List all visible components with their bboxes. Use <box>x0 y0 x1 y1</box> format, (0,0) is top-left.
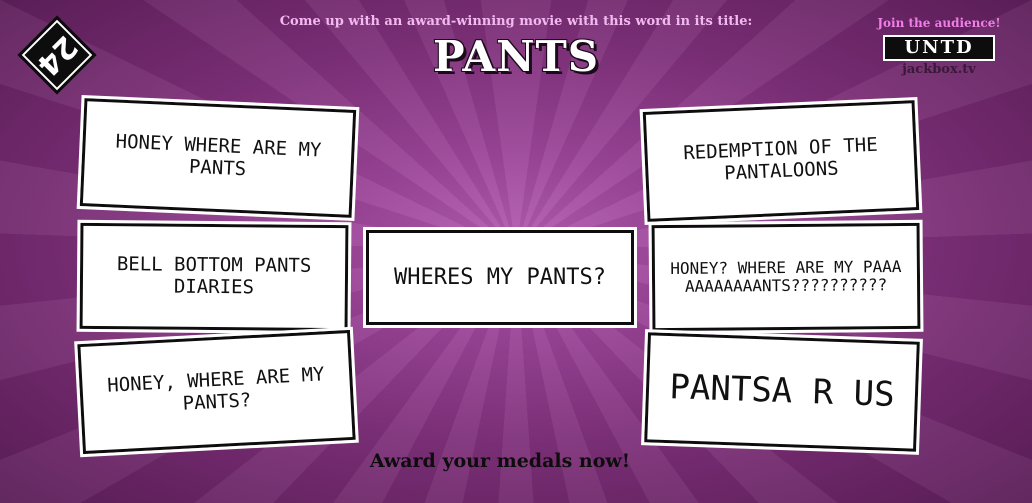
answer-card[interactable]: HONEY, WHERE ARE MY PANTS? <box>74 326 359 458</box>
audience-panel: Join the audience! UNTD jackbox.tv <box>874 16 1004 77</box>
answer-card[interactable]: BELL BOTTOM PANTS DIARIES <box>76 219 352 335</box>
answer-card[interactable]: HONEY? WHERE ARE MY PAAAAAAAAAAANTS?????… <box>648 219 924 335</box>
answer-text: REDEMPTION OF THE PANTALOONS <box>682 133 879 185</box>
answer-text: HONEY WHERE ARE MY PANTS <box>115 130 322 181</box>
answer-card[interactable]: HONEY WHERE ARE MY PANTS <box>76 94 360 222</box>
answer-text: HONEY, WHERE ARE MY PANTS? <box>106 363 325 415</box>
answer-text: WHERES MY PANTS? <box>394 264 606 290</box>
site-url: jackbox.tv <box>902 62 976 77</box>
footer-message: Award your medals now! <box>369 450 631 472</box>
answer-card[interactable]: PANTSA R US <box>641 329 923 455</box>
answer-text: BELL BOTTOM PANTS DIARIES <box>116 253 312 299</box>
audience-label: Join the audience! <box>877 16 1001 30</box>
answer-text: HONEY? WHERE ARE MY PAAAAAAAAAAANTS?????… <box>670 256 902 296</box>
room-code: UNTD <box>883 35 995 61</box>
answer-card[interactable]: REDEMPTION OF THE PANTALOONS <box>639 96 923 226</box>
answer-text: PANTSA R US <box>668 367 896 416</box>
answer-card[interactable]: WHERES MY PANTS? <box>363 227 637 328</box>
